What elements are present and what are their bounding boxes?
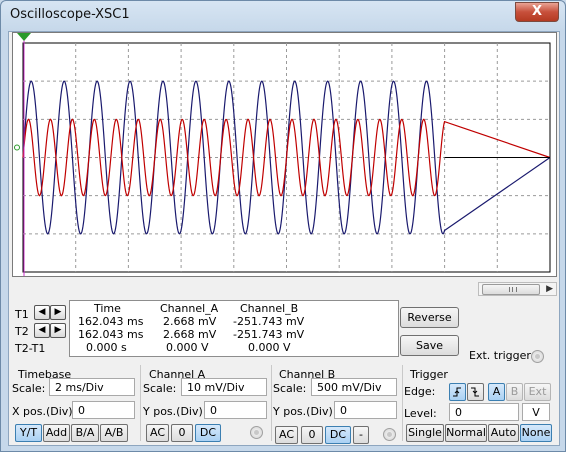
scrollbar-thumb[interactable]	[482, 284, 540, 295]
trigger-level-unit[interactable]: V	[522, 403, 550, 421]
client-area: ▶ T1 ◀ ▶ T2 ◀ ▶ T2-T1 Time Channel_A Cha…	[8, 31, 560, 446]
mode-ba-button[interactable]: B/A	[71, 424, 99, 442]
scroll-right-icon[interactable]: ▶	[546, 284, 553, 294]
t1-time: 162.043 ms	[78, 315, 144, 328]
timebase-scale-field[interactable]: 2 ms/Div	[49, 378, 135, 396]
close-button[interactable]: X	[515, 2, 559, 22]
delta-time: 0.000 s	[86, 341, 127, 354]
separator	[271, 365, 272, 441]
delta-channel-b: 0.000 V	[248, 341, 291, 354]
t1-right-arrow-icon[interactable]: ▶	[50, 305, 66, 320]
cursor-readout-table: Time Channel_A Channel_B 162.043 ms 2.66…	[69, 300, 399, 357]
channel-b-scale-field[interactable]: 500 mV/Div	[311, 378, 397, 396]
scope-screen[interactable]	[12, 32, 557, 277]
delta-channel-a: 0.000 V	[166, 341, 209, 354]
separator	[140, 365, 141, 441]
trigger-edge-label: Edge:	[404, 385, 436, 398]
t2-time: 162.043 ms	[78, 328, 144, 341]
t2-left-arrow-icon[interactable]: ◀	[34, 323, 50, 338]
oscilloscope-window: Oscilloscope-XSC1 X ▶ T1 ◀ ▶ T2 ◀ ▶ T2-T…	[0, 0, 566, 452]
ext-trigger-label: Ext. trigger	[469, 349, 531, 362]
channel-b-minus-button[interactable]: -	[353, 426, 369, 444]
trigger-level-label: Level:	[404, 407, 437, 420]
falling-edge-icon[interactable]	[467, 383, 484, 401]
channel-b-scale-label: Scale:	[273, 382, 307, 395]
horizontal-scrollbar[interactable]: ▶	[478, 282, 557, 296]
t2-channel-b: -251.743 mV	[233, 328, 305, 341]
trigger-source-a-button[interactable]: A	[488, 383, 505, 401]
cursor-marker-icon	[17, 33, 31, 41]
header-time: Time	[94, 302, 121, 315]
channel-a-level-marker-icon	[14, 144, 20, 151]
channel-a-connector-icon[interactable]	[250, 426, 263, 439]
channel-a-ypos-label: Y pos.(Div):	[143, 405, 207, 418]
cursor-t1-label: T1	[15, 308, 29, 321]
window-title: Oscilloscope-XSC1	[10, 7, 130, 22]
save-button[interactable]: Save	[400, 335, 459, 356]
channel-a-scale-field[interactable]: 10 mV/Div	[181, 378, 267, 396]
timebase-scale-label: Scale:	[12, 382, 46, 395]
trigger-source-ext-button[interactable]: Ext	[524, 383, 551, 401]
reverse-button[interactable]: Reverse	[400, 307, 459, 328]
channel-a-zero-button[interactable]: 0	[171, 424, 193, 442]
channel-a-ypos-field[interactable]: 0	[204, 401, 267, 419]
title-bar[interactable]: Oscilloscope-XSC1 X	[1, 1, 565, 29]
mode-add-button[interactable]: Add	[43, 424, 70, 442]
trigger-none-button[interactable]: None	[520, 424, 552, 442]
mode-ab-button[interactable]: A/B	[100, 424, 128, 442]
timebase-xpos-label: X pos.(Div):	[12, 405, 77, 418]
channel-b-ypos-label: Y pos.(Div):	[273, 405, 337, 418]
timebase-xpos-field[interactable]: 0	[72, 401, 135, 419]
channel-b-ac-button[interactable]: AC	[275, 426, 298, 444]
cursor-delta-label: T2-T1	[15, 342, 46, 355]
t2-right-arrow-icon[interactable]: ▶	[50, 323, 66, 338]
channel-a-dc-button[interactable]: DC	[195, 424, 221, 442]
header-channel-b: Channel_B	[240, 302, 299, 315]
mode-yt-button[interactable]: Y/T	[15, 424, 42, 442]
header-channel-a: Channel_A	[160, 302, 219, 315]
trigger-level-field[interactable]: 0	[449, 403, 519, 421]
channel-b-zero-button[interactable]: 0	[301, 426, 323, 444]
trigger-normal-button[interactable]: Normal	[445, 424, 487, 442]
trigger-title: Trigger	[410, 368, 448, 381]
channel-a-scale-label: Scale:	[143, 382, 177, 395]
channel-a-ac-button[interactable]: AC	[146, 424, 169, 442]
t1-left-arrow-icon[interactable]: ◀	[34, 305, 50, 320]
ext-trigger-connector-icon[interactable]	[531, 350, 544, 363]
channel-b-connector-icon[interactable]	[383, 428, 396, 441]
separator	[402, 365, 403, 441]
trigger-auto-button[interactable]: Auto	[488, 424, 519, 442]
channel-b-dc-button[interactable]: DC	[325, 426, 351, 444]
rising-edge-icon[interactable]	[449, 383, 466, 401]
channel-b-ypos-field[interactable]: 0	[334, 401, 397, 419]
trigger-single-button[interactable]: Single	[406, 424, 444, 442]
t1-channel-a: 2.668 mV	[163, 315, 217, 328]
t1-channel-b: -251.743 mV	[233, 315, 305, 328]
trigger-source-b-button[interactable]: B	[506, 383, 523, 401]
cursor-t2-label: T2	[15, 325, 29, 338]
scope-plot	[14, 33, 551, 276]
t2-channel-a: 2.668 mV	[163, 328, 217, 341]
